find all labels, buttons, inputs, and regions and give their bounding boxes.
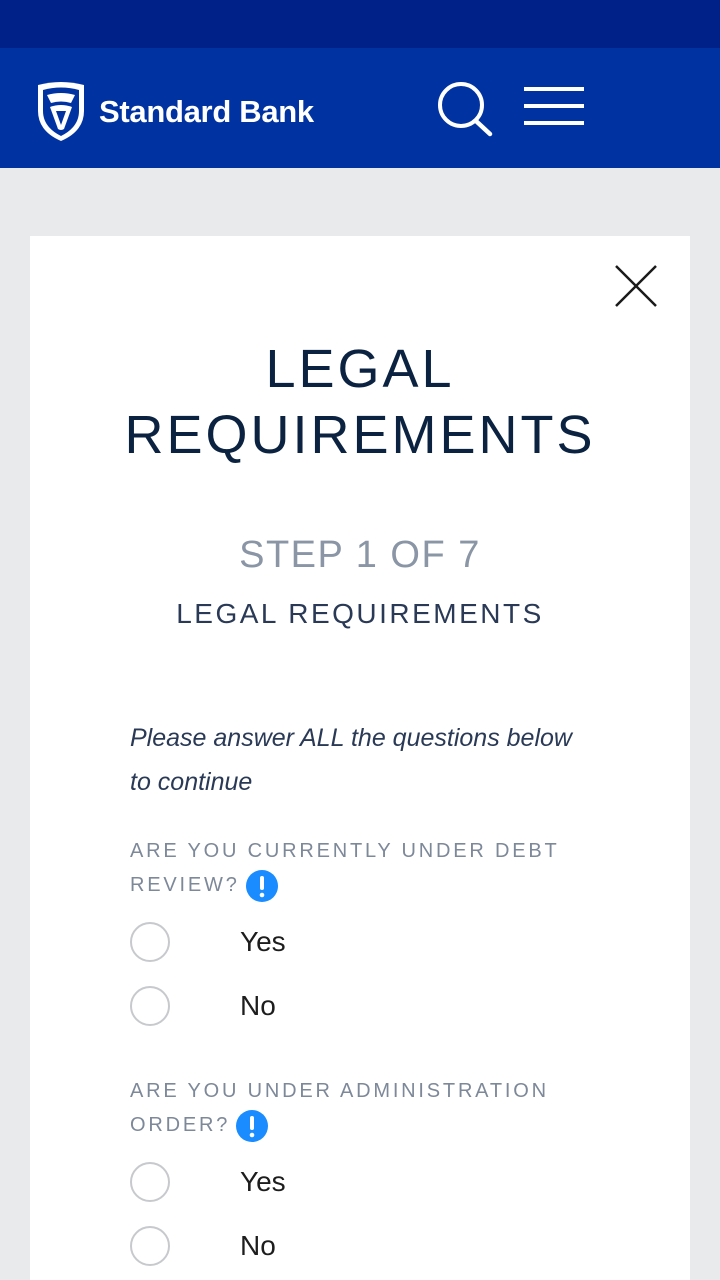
title-line-1: LEGAL — [265, 339, 455, 399]
question-administration-order: ARE YOU UNDER ADMINISTRATION ORDER? — [130, 1074, 590, 1142]
status-bar — [0, 0, 720, 48]
radio-button[interactable] — [130, 1226, 170, 1266]
intro-text: Please answer ALL the questions below to… — [130, 724, 572, 796]
standard-bank-logo-icon[interactable] — [34, 81, 88, 143]
page-title: LEGAL REQUIREMENTS — [30, 336, 690, 468]
radio-option-debt-review-yes[interactable]: Yes — [130, 920, 530, 964]
radio-button[interactable] — [130, 1162, 170, 1202]
info-exclamation-icon[interactable] — [236, 1109, 269, 1142]
site-header: Standard Bank — [0, 48, 720, 168]
radio-option-administration-no[interactable]: No — [130, 1224, 530, 1268]
radio-button[interactable] — [130, 922, 170, 962]
question-label: ARE YOU CURRENTLY UNDER DEBT REVIEW? — [130, 840, 560, 896]
info-exclamation-icon[interactable] — [245, 869, 278, 902]
section-subtitle: LEGAL REQUIREMENTS — [176, 598, 544, 629]
brand-name[interactable]: Standard Bank — [99, 92, 314, 132]
radio-label[interactable]: Yes — [240, 1160, 286, 1204]
question-debt-review: ARE YOU CURRENTLY UNDER DEBT REVIEW? — [130, 834, 590, 902]
question-label: ARE YOU UNDER ADMINISTRATION ORDER? — [130, 1080, 549, 1136]
radio-label[interactable]: No — [240, 1224, 276, 1268]
radio-option-debt-review-no[interactable]: No — [130, 984, 530, 1028]
radio-label[interactable]: No — [240, 984, 276, 1028]
radio-option-administration-yes[interactable]: Yes — [130, 1160, 530, 1204]
step-indicator: STEP 1 OF 7 — [239, 534, 481, 576]
radio-label[interactable]: Yes — [240, 920, 286, 964]
title-line-2: REQUIREMENTS — [124, 405, 596, 465]
hamburger-menu-icon — [524, 87, 584, 125]
search-button[interactable] — [434, 80, 496, 138]
close-button[interactable] — [612, 262, 660, 310]
radio-button[interactable] — [130, 986, 170, 1026]
legal-requirements-dialog: LEGAL REQUIREMENTS STEP 1 OF 7 LEGAL REQ… — [30, 236, 690, 1280]
menu-button[interactable] — [522, 84, 586, 132]
close-icon — [615, 265, 657, 307]
search-icon — [438, 82, 493, 137]
